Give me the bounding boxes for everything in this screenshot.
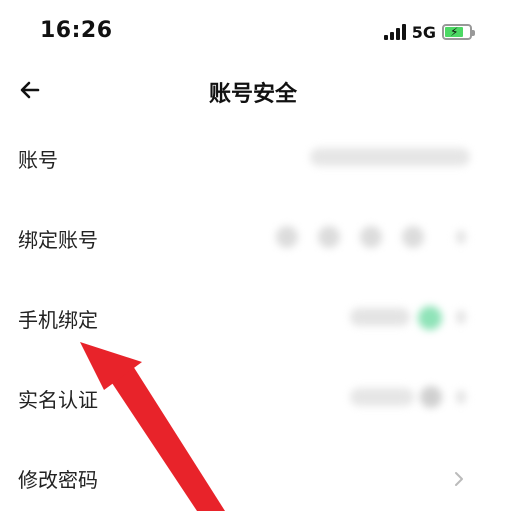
status-bar: 16:26 5G ⚡ [0,0,506,62]
row-label: 绑定账号 [18,228,98,252]
bound-platform-icon [276,226,298,248]
status-icons: 5G ⚡ [383,20,475,44]
bound-platform-icon [318,226,340,248]
chevron-right-icon [455,472,463,486]
row-label: 手机绑定 [18,308,98,332]
account-value-blurred [310,148,470,166]
row-real-name[interactable]: 实名认证 [0,358,506,438]
bound-platform-icon [402,226,424,248]
signal-icon [383,24,406,40]
network-type: 5G [411,22,436,42]
row-bind-account[interactable]: 绑定账号 [0,198,506,278]
row-phone-binding[interactable]: 手机绑定 [0,278,506,358]
row-change-password[interactable]: 修改密码 [0,438,506,511]
nav-header: 账号安全 [0,62,506,118]
row-account[interactable]: 账号 [0,118,506,198]
page-title: 账号安全 [208,82,297,107]
realname-status-blurred [420,386,442,408]
status-time: 16:26 [40,18,113,43]
row-label: 修改密码 [18,468,98,492]
row-chevron-blurred [456,390,466,404]
realname-value-blurred [350,388,414,406]
row-chevron-blurred [456,230,466,244]
charging-icon: ⚡ [450,25,459,39]
bound-platform-icon [360,226,382,248]
row-label: 账号 [18,148,58,172]
phone-value-blurred [350,308,410,326]
row-label: 实名认证 [18,388,98,412]
row-chevron-blurred [456,310,466,324]
verified-icon-blurred [418,306,442,330]
battery-icon: ⚡ [442,24,475,40]
